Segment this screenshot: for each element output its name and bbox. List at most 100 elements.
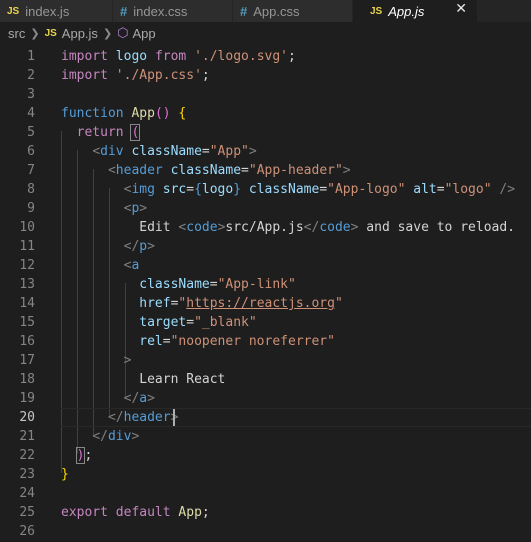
code-line: 8 <img src={logo} className="App-logo" a… bbox=[0, 180, 531, 199]
breadcrumb-folder[interactable]: src bbox=[8, 26, 25, 41]
tab-index-js[interactable]: JS index.js bbox=[0, 0, 113, 22]
code-line: 24 bbox=[0, 484, 531, 503]
tab-label: index.css bbox=[133, 3, 188, 19]
css-file-icon: # bbox=[120, 3, 128, 19]
javascript-file-icon: JS bbox=[44, 27, 57, 39]
code-line: 15 target="_blank" bbox=[0, 313, 531, 332]
line-number: 26 bbox=[19, 524, 35, 539]
close-icon[interactable]: ✕ bbox=[455, 1, 467, 17]
code-line: 22 ); bbox=[0, 446, 531, 465]
code-line-current: 20 </header> bbox=[0, 408, 531, 427]
code-text: <header className="App-header"> bbox=[107, 163, 351, 178]
line-number: 10 bbox=[19, 220, 35, 235]
code-text: target="_blank" bbox=[139, 315, 257, 330]
code-text: </a> bbox=[123, 391, 155, 406]
css-file-icon: # bbox=[240, 3, 248, 19]
line-number: 22 bbox=[19, 448, 35, 463]
code-text: rel="noopener noreferrer" bbox=[139, 334, 335, 349]
line-number: 2 bbox=[27, 68, 35, 83]
chevron-right-icon: ❯ bbox=[30, 26, 40, 40]
breadcrumb-file[interactable]: App.js bbox=[62, 26, 98, 41]
code-text: className="App-link" bbox=[139, 277, 296, 292]
line-number: 12 bbox=[19, 258, 35, 273]
code-line: 17 > bbox=[0, 351, 531, 370]
tab-label: App.css bbox=[253, 3, 300, 19]
url-link[interactable]: https://reactjs.org bbox=[186, 296, 335, 311]
code-line: 9 <p> bbox=[0, 199, 531, 218]
line-number: 25 bbox=[19, 505, 35, 520]
line-number: 17 bbox=[19, 353, 35, 368]
code-line: 21 </div> bbox=[0, 427, 531, 446]
code-text: <img src={logo} className="App-logo" alt… bbox=[123, 182, 516, 197]
javascript-file-icon: JS bbox=[7, 5, 20, 17]
code-line: 5 return ( bbox=[0, 123, 531, 142]
code-text: Edit <code>src/App.js</code> and save to… bbox=[139, 220, 516, 235]
line-number: 1 bbox=[27, 49, 35, 64]
code-text: </div> bbox=[92, 429, 140, 444]
editor-tab-bar: JS index.js # index.css # App.css JS App… bbox=[0, 0, 531, 22]
code-line: 7 <header className="App-header"> bbox=[0, 161, 531, 180]
code-text: import './App.css'; bbox=[61, 68, 210, 83]
line-number: 20 bbox=[19, 410, 35, 425]
line-number: 14 bbox=[19, 296, 35, 311]
line-number: 8 bbox=[27, 182, 35, 197]
code-line: 13 className="App-link" bbox=[0, 275, 531, 294]
code-line: 18 Learn React bbox=[0, 370, 531, 389]
code-line: 2 import './App.css'; bbox=[0, 66, 531, 85]
code-line: 11 </p> bbox=[0, 237, 531, 256]
javascript-file-icon: JS bbox=[370, 5, 383, 17]
code-text: <div className="App"> bbox=[92, 144, 257, 159]
code-line: 1 import logo from './logo.svg'; bbox=[0, 47, 531, 66]
line-number: 19 bbox=[19, 391, 35, 406]
line-number: 18 bbox=[19, 372, 35, 387]
code-text: ); bbox=[75, 447, 93, 464]
code-text: > bbox=[123, 353, 132, 368]
chevron-right-icon: ❯ bbox=[102, 26, 113, 40]
code-line: 12 <a bbox=[0, 256, 531, 275]
text-cursor bbox=[173, 409, 175, 426]
breadcrumb-symbol[interactable]: App bbox=[133, 26, 156, 41]
symbol-method-icon: ⬡ bbox=[117, 25, 129, 41]
line-number: 4 bbox=[27, 106, 35, 121]
code-line: 14 href="https://reactjs.org" bbox=[0, 294, 531, 313]
code-text: </header> bbox=[107, 410, 178, 425]
line-number: 5 bbox=[27, 125, 35, 140]
code-line: 3 bbox=[0, 85, 531, 104]
line-number: 9 bbox=[27, 201, 35, 216]
code-text: <p> bbox=[123, 201, 148, 216]
code-line: 26 bbox=[0, 522, 531, 541]
line-number: 21 bbox=[19, 429, 35, 444]
code-line: 6 <div className="App"> bbox=[0, 142, 531, 161]
line-number: 7 bbox=[27, 163, 35, 178]
code-line: 19 </a> bbox=[0, 389, 531, 408]
code-text: return ( bbox=[76, 124, 141, 141]
code-text: <a bbox=[123, 258, 140, 273]
code-line: 10 Edit <code>src/App.js</code> and save… bbox=[0, 218, 531, 237]
tab-app-js[interactable]: JS App.js ✕ bbox=[353, 0, 478, 22]
tab-label: App.js bbox=[388, 3, 425, 19]
line-number: 3 bbox=[27, 87, 35, 102]
code-text: function App() { bbox=[61, 106, 187, 121]
code-text: import logo from './logo.svg'; bbox=[61, 49, 296, 64]
code-line: 25 export default App; bbox=[0, 503, 531, 522]
code-line: 23 } bbox=[0, 465, 531, 484]
line-number: 6 bbox=[27, 144, 35, 159]
tab-app-css[interactable]: # App.css bbox=[233, 0, 353, 22]
line-number: 13 bbox=[19, 277, 35, 292]
line-number: 16 bbox=[19, 334, 35, 349]
breadcrumb: src ❯ JS App.js ❯ ⬡ App bbox=[0, 22, 531, 44]
line-number: 15 bbox=[19, 315, 35, 330]
code-text: </p> bbox=[123, 239, 155, 254]
line-number: 11 bbox=[19, 239, 35, 254]
code-text: Learn React bbox=[139, 372, 226, 387]
code-editor[interactable]: 1 import logo from './logo.svg'; 2 impor… bbox=[0, 44, 531, 542]
line-number: 23 bbox=[19, 467, 35, 482]
code-text: href="https://reactjs.org" bbox=[139, 296, 343, 311]
tab-label: index.js bbox=[25, 3, 70, 19]
code-line: 16 rel="noopener noreferrer" bbox=[0, 332, 531, 351]
code-text: export default App; bbox=[61, 505, 210, 520]
code-line: 4 function App() { bbox=[0, 104, 531, 123]
line-number: 24 bbox=[19, 486, 35, 501]
code-text: } bbox=[61, 467, 69, 482]
tab-index-css[interactable]: # index.css bbox=[113, 0, 233, 22]
